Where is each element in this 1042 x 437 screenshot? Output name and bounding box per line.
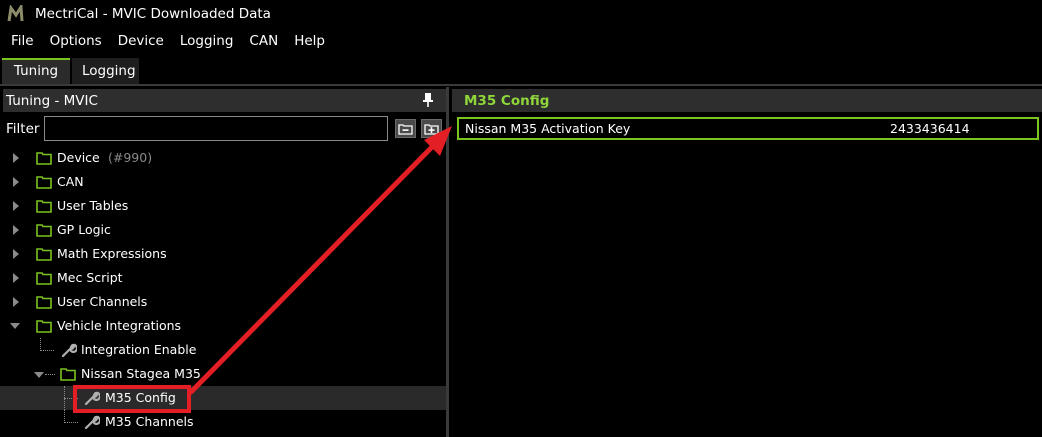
folder-icon (36, 176, 52, 189)
device-id: (#990) (108, 150, 153, 165)
tab-divider (0, 84, 1042, 86)
tree-item-label: Device (57, 150, 100, 165)
wrench-icon (84, 415, 100, 430)
config-panel-title: M35 Config (464, 92, 550, 109)
wrench-icon (61, 343, 77, 358)
tree-item-label: User Tables (57, 198, 129, 213)
config-panel-header: M35 Config (452, 89, 1042, 112)
expand-arrow-icon[interactable] (11, 153, 21, 163)
annotation-highlight-box (73, 385, 191, 413)
tree-item-vehicle-integrations[interactable]: Vehicle Integrations (0, 314, 446, 338)
title-bar: MectriCal - MVIC Downloaded Data (0, 0, 1042, 28)
param-value[interactable]: 2433436414 (890, 121, 970, 136)
filter-input[interactable] (44, 116, 388, 141)
expand-arrow-icon[interactable] (11, 273, 21, 283)
tree-item-mec-script[interactable]: Mec Script (0, 266, 446, 290)
pin-icon[interactable] (422, 92, 434, 108)
menu-help[interactable]: Help (286, 33, 333, 49)
expand-arrow-icon[interactable] (11, 249, 21, 259)
collapse-arrow-icon[interactable] (34, 370, 44, 380)
tree-item-gp-logic[interactable]: GP Logic (0, 218, 446, 242)
tree-item-integration-enable[interactable]: Integration Enable (0, 338, 446, 362)
tree-item-can[interactable]: CAN (0, 170, 446, 194)
tree-item-label: Vehicle Integrations (57, 318, 182, 333)
tree-item-user-channels[interactable]: User Channels (0, 290, 446, 314)
window-title: MectriCal - MVIC Downloaded Data (35, 6, 271, 22)
tree-panel: Tuning - MVIC Filter Device (#990) CAN U… (0, 87, 449, 437)
tree-item-label: M35 Channels (105, 414, 194, 429)
folder-minus-icon (398, 123, 413, 135)
tree-item-user-tables[interactable]: User Tables (0, 194, 446, 218)
tree-item-device[interactable]: Device (#990) (0, 146, 446, 170)
filter-row: Filter (0, 115, 446, 143)
folder-icon (36, 200, 52, 213)
menu-bar: File Options Device Logging CAN Help (0, 28, 1042, 54)
config-panel: M35 Config Nissan M35 Activation Key 243… (452, 87, 1042, 437)
tab-logging[interactable]: Logging (72, 58, 139, 84)
tree-item-label: GP Logic (57, 222, 111, 237)
tree-item-label: User Channels (57, 294, 148, 309)
tree-item-label: Math Expressions (57, 246, 167, 261)
folder-icon (36, 152, 52, 165)
tree-panel-title: Tuning - MVIC (6, 92, 98, 109)
folder-icon (36, 320, 52, 333)
menu-can[interactable]: CAN (241, 33, 286, 49)
tree-item-nissan-stagea-m35[interactable]: Nissan Stagea M35 (0, 362, 446, 386)
tab-tuning[interactable]: Tuning (2, 58, 70, 84)
tab-strip: Tuning Logging (0, 54, 1042, 84)
tree-connector (64, 422, 78, 423)
app-logo-icon (7, 5, 24, 22)
collapse-arrow-icon[interactable] (10, 321, 20, 331)
folder-plus-icon (424, 123, 439, 135)
tree-item-m35-config[interactable]: M35 Config (0, 386, 446, 410)
expand-all-button[interactable] (421, 119, 442, 138)
folder-icon (36, 248, 52, 261)
expand-arrow-icon[interactable] (11, 201, 21, 211)
tree-item-label: CAN (57, 174, 84, 189)
collapse-all-button[interactable] (395, 119, 416, 138)
tree-item-label: Mec Script (57, 270, 123, 285)
menu-logging[interactable]: Logging (172, 33, 242, 49)
folder-icon (36, 272, 52, 285)
tree-item-m35-channels[interactable]: M35 Channels (0, 410, 446, 434)
expand-arrow-icon[interactable] (11, 297, 21, 307)
tree-item-label: Integration Enable (81, 342, 197, 357)
tree-item-label: Nissan Stagea M35 (81, 366, 201, 381)
menu-file[interactable]: File (3, 33, 42, 49)
folder-icon (36, 296, 52, 309)
tree-connector (40, 350, 54, 351)
tree-panel-header: Tuning - MVIC (3, 89, 446, 112)
folder-icon (60, 368, 76, 381)
menu-options[interactable]: Options (42, 33, 110, 49)
expand-arrow-icon[interactable] (11, 177, 21, 187)
menu-device[interactable]: Device (110, 33, 172, 49)
filter-label: Filter (6, 121, 40, 137)
folder-icon (36, 224, 52, 237)
expand-arrow-icon[interactable] (11, 225, 21, 235)
param-row-activation-key[interactable]: Nissan M35 Activation Key 2433436414 (457, 117, 1039, 140)
tree-item-math-expressions[interactable]: Math Expressions (0, 242, 446, 266)
tree-connector (45, 374, 55, 375)
param-name: Nissan M35 Activation Key (465, 121, 631, 136)
